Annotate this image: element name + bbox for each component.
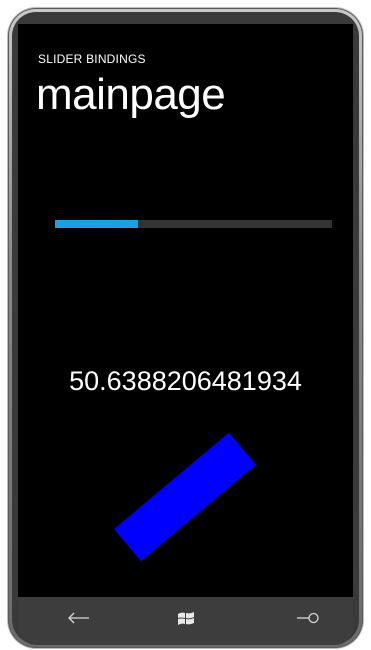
page-title: mainpage (36, 70, 226, 119)
back-arrow-icon[interactable] (64, 611, 94, 631)
rotated-rectangle (114, 432, 256, 562)
phone-frame: SLIDER BINDINGS mainpage 50.638820648193… (0, 0, 371, 650)
app-title: SLIDER BINDINGS (38, 52, 146, 66)
search-icon[interactable] (293, 611, 323, 631)
slider-value-display: 50.6388206481934 (69, 366, 302, 396)
windows-logo-icon[interactable] (171, 611, 201, 631)
slider-fill (55, 220, 139, 228)
app-screen: SLIDER BINDINGS mainpage 50.638820648193… (18, 24, 353, 597)
value-slider[interactable] (55, 220, 332, 228)
hardware-button-bar (18, 597, 353, 645)
